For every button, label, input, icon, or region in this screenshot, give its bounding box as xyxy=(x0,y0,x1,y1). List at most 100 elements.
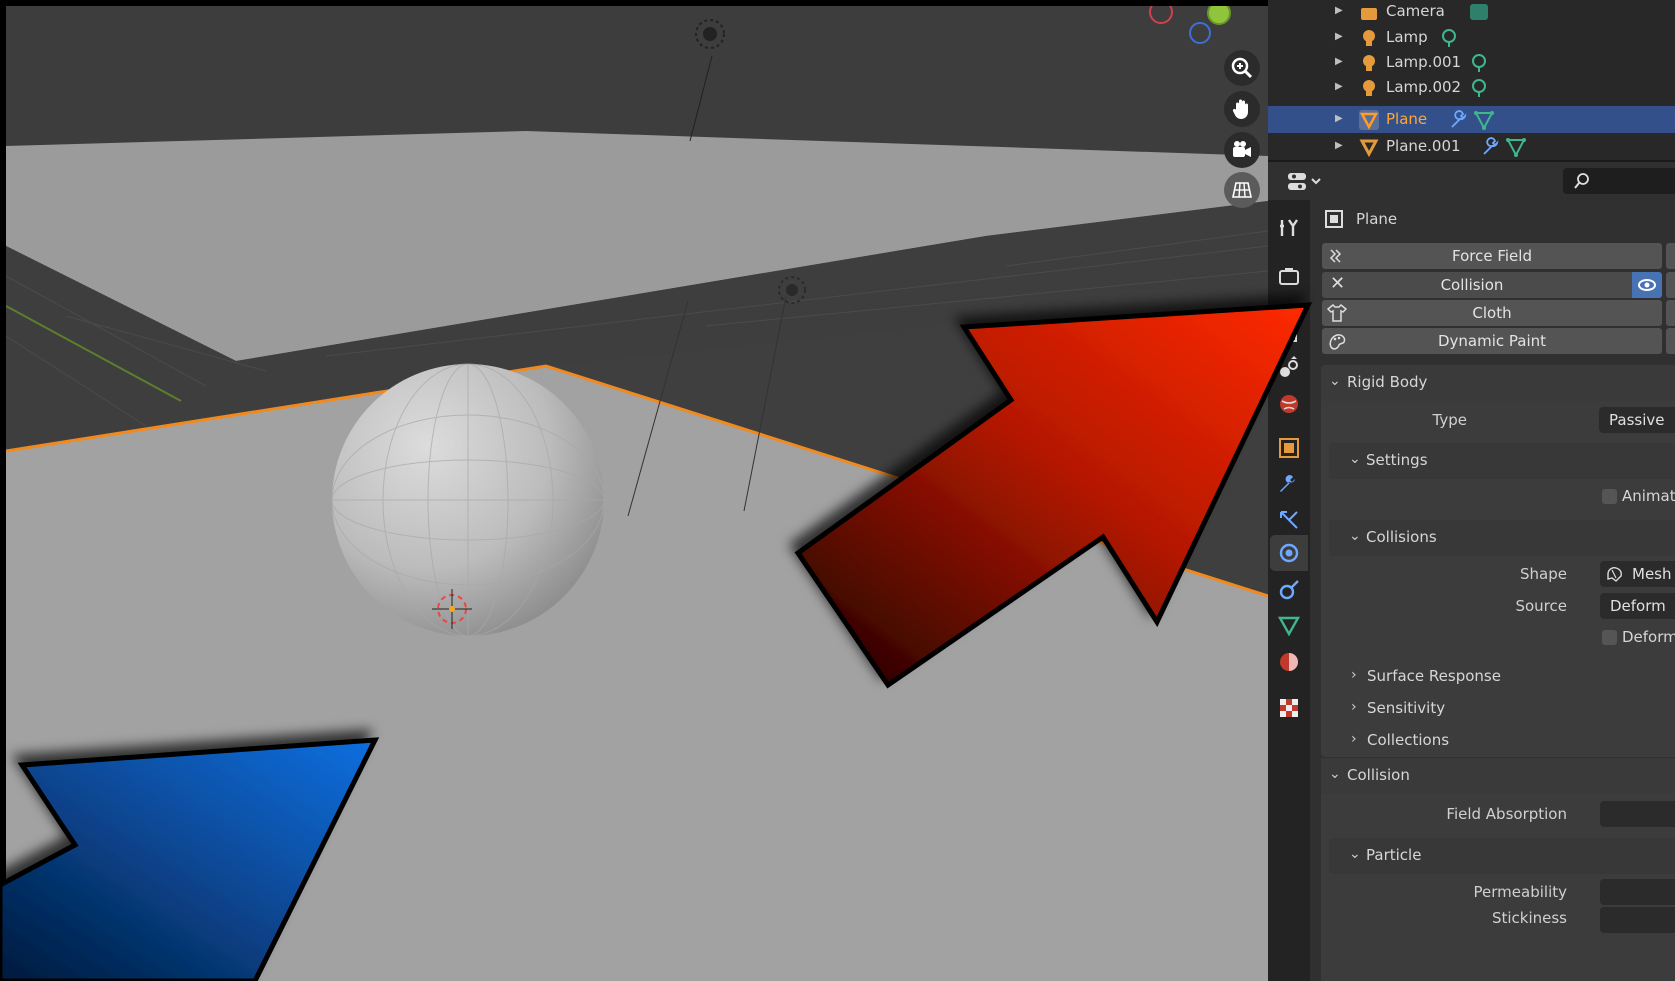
expand-arrow-icon[interactable]: ▶ xyxy=(1335,31,1343,42)
cloth-extra-button[interactable] xyxy=(1666,300,1675,326)
material-tab-icon[interactable] xyxy=(1277,650,1301,674)
cloth-button[interactable]: Cloth xyxy=(1322,300,1662,326)
lamp-data-icon[interactable] xyxy=(1468,52,1490,74)
outliner-item-label: Plane.001 xyxy=(1386,137,1461,155)
particles-tab-icon[interactable] xyxy=(1277,508,1301,532)
permeability-input[interactable] xyxy=(1600,879,1675,905)
mesh-object-icon xyxy=(1359,139,1379,158)
expand-arrow-icon[interactable]: ▶ xyxy=(1335,113,1343,124)
data-tab-icon[interactable] xyxy=(1277,614,1301,638)
stickiness-input[interactable] xyxy=(1600,907,1675,933)
world-tab-icon[interactable] xyxy=(1277,392,1301,416)
collision-header[interactable]: ⌄ Collision xyxy=(1321,758,1675,794)
sphere-mesh[interactable] xyxy=(331,363,605,637)
force-field-label: Force Field xyxy=(1452,247,1532,265)
outliner-item-lamp-001[interactable]: ▶ Lamp.001 xyxy=(1268,49,1675,76)
settings-subpanel-header[interactable]: ⌄ Settings xyxy=(1329,443,1675,479)
modifier-tab-icon[interactable] xyxy=(1277,472,1301,496)
sensitivity-subpanel[interactable]: Sensitivity xyxy=(1367,699,1445,717)
permeability-label: Permeability xyxy=(1473,883,1567,901)
camera-data-icon[interactable] xyxy=(1468,1,1490,23)
object-tab-icon[interactable] xyxy=(1277,436,1301,460)
properties-tabs xyxy=(1268,200,1310,981)
dynamic-paint-button[interactable]: Dynamic Paint xyxy=(1322,328,1662,354)
subpanel-title: Collisions xyxy=(1366,528,1437,546)
deforming-checkbox[interactable] xyxy=(1602,630,1617,645)
shape-label: Shape xyxy=(1520,565,1567,583)
outliner-item-plane-001[interactable]: ▶ Plane.001 xyxy=(1268,133,1675,160)
chevron-down-icon: ⌄ xyxy=(1329,766,1341,782)
animated-label: Animated xyxy=(1622,487,1675,505)
field-absorption-input[interactable] xyxy=(1600,801,1675,827)
lamp-data-icon[interactable] xyxy=(1468,77,1490,99)
expand-arrow-icon[interactable]: ▶ xyxy=(1335,5,1343,16)
chevron-right-icon: › xyxy=(1351,731,1357,747)
panel-title: Collision xyxy=(1347,766,1410,784)
chevron-down-icon: ⌄ xyxy=(1329,373,1341,389)
rigid-body-header[interactable]: ⌄ Rigid Body xyxy=(1321,365,1675,401)
render-tab-icon[interactable] xyxy=(1277,264,1301,288)
rigid-body-panel: ⌄ Rigid Body Type Passive ⌄ Settings Ani… xyxy=(1321,365,1675,757)
collisions-subpanel-header[interactable]: ⌄ Collisions xyxy=(1329,520,1675,556)
eye-visibility-icon[interactable] xyxy=(1632,272,1662,298)
outliner-item-camera[interactable]: ▶ Camera xyxy=(1268,0,1675,25)
mesh-data-icon[interactable] xyxy=(1505,136,1527,158)
force-field-extra-button[interactable] xyxy=(1666,243,1675,269)
type-dropdown[interactable]: Passive xyxy=(1599,407,1675,433)
lamp-object-icon xyxy=(1363,80,1375,96)
chevron-down-icon: ⌄ xyxy=(1349,451,1361,467)
physics-tab-icon[interactable] xyxy=(1277,541,1301,565)
expand-arrow-icon[interactable]: ▶ xyxy=(1335,140,1343,151)
camera-view-icon[interactable] xyxy=(1224,132,1260,168)
collision-label: Collision xyxy=(1440,276,1504,294)
hand-pan-icon[interactable] xyxy=(1224,91,1260,127)
outliner: ▶ Camera ▶ Lamp ▶ Lamp.001 ▶ Lamp.002 ▶ … xyxy=(1268,0,1675,160)
scene-tab-icon[interactable] xyxy=(1277,356,1301,380)
output-tab-icon[interactable] xyxy=(1277,320,1301,344)
outliner-item-plane[interactable]: ▶ Plane xyxy=(1268,106,1675,133)
outliner-item-lamp-002[interactable]: ▶ Lamp.002 xyxy=(1268,74,1675,101)
collections-subpanel[interactable]: Collections xyxy=(1367,731,1449,749)
panel-title: Rigid Body xyxy=(1347,373,1428,391)
collision-extra-button[interactable] xyxy=(1666,272,1675,298)
zoom-icon[interactable] xyxy=(1224,50,1260,86)
particle-subpanel-header[interactable]: ⌄ Particle xyxy=(1329,838,1675,874)
chevron-right-icon: › xyxy=(1351,699,1357,715)
3d-viewport[interactable] xyxy=(6,6,1268,981)
collision-button[interactable]: ✕ Collision xyxy=(1322,272,1662,298)
mesh-object-icon xyxy=(1359,110,1379,130)
field-absorption-label: Field Absorption xyxy=(1446,805,1567,823)
texture-tab-icon[interactable] xyxy=(1277,696,1301,720)
outliner-item-lamp[interactable]: ▶ Lamp xyxy=(1268,24,1675,51)
properties-header xyxy=(1268,160,1675,200)
wrench-modifier-icon[interactable] xyxy=(1448,109,1470,131)
tool-tab-icon[interactable] xyxy=(1277,216,1301,240)
force-field-button[interactable]: Force Field xyxy=(1322,243,1662,269)
source-dropdown[interactable]: Deform xyxy=(1600,593,1675,619)
wrench-modifier-icon[interactable] xyxy=(1480,136,1502,158)
surface-response-subpanel[interactable]: Surface Response xyxy=(1367,667,1501,685)
constraints-tab-icon[interactable] xyxy=(1277,578,1301,602)
cloth-label: Cloth xyxy=(1472,304,1512,322)
expand-arrow-icon[interactable]: ▶ xyxy=(1335,56,1343,67)
outliner-item-label: Lamp xyxy=(1386,28,1428,46)
search-input[interactable] xyxy=(1563,168,1675,194)
shape-dropdown[interactable]: Mesh xyxy=(1600,561,1675,587)
gizmo-y-axis[interactable] xyxy=(1207,6,1231,25)
mesh-shape-icon xyxy=(1607,567,1622,582)
outliner-item-label: Plane xyxy=(1386,110,1428,128)
dynamic-paint-extra-button[interactable] xyxy=(1666,328,1675,354)
editor-type-icon[interactable] xyxy=(1286,170,1324,194)
mesh-data-icon[interactable] xyxy=(1473,109,1495,131)
chevron-down-icon: ⌄ xyxy=(1349,846,1361,862)
viewport-scene xyxy=(6,6,1268,981)
grid-ortho-icon[interactable] xyxy=(1224,172,1260,208)
collision-panel: ⌄ Collision Field Absorption ⌄ Particle … xyxy=(1321,758,1675,981)
expand-arrow-icon[interactable]: ▶ xyxy=(1335,81,1343,92)
lamp-data-icon[interactable] xyxy=(1438,27,1460,49)
animated-checkbox[interactable] xyxy=(1602,489,1617,504)
subpanel-title: Settings xyxy=(1366,451,1428,469)
outliner-item-label: Lamp.002 xyxy=(1386,78,1462,96)
properties-panel: Plane Force Field ✕ Collision Cloth Dyna… xyxy=(1310,200,1675,981)
chevron-right-icon: › xyxy=(1351,667,1357,683)
